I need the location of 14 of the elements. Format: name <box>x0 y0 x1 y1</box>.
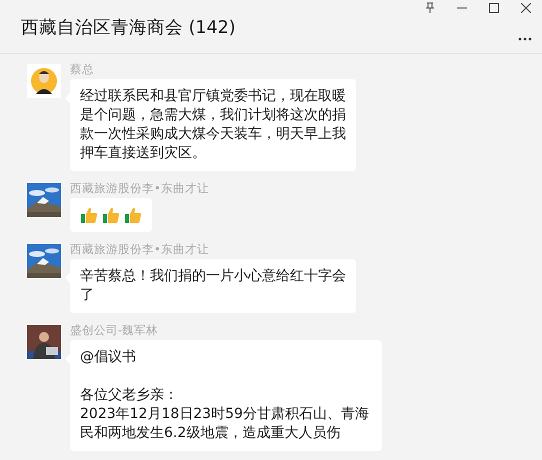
thumbs-up-icon <box>124 206 142 224</box>
message-text: @倡议书 <box>80 348 137 367</box>
more-icon[interactable] <box>516 35 534 43</box>
window-title: 西藏自治区青海商会 (142) <box>21 16 236 38</box>
message-text: 2023年12月18日23时59分甘肃积石山、青海民和两地发生6.2级地震，造成重大人员伤 <box>80 405 370 443</box>
sender-name: 西藏旅游股份李•东曲才让 <box>70 181 209 196</box>
thumbs-up-icon <box>102 206 120 224</box>
sender-name: 蔡总 <box>70 62 95 77</box>
message-text: 各位父老乡亲： <box>80 386 179 405</box>
message-text: 辛苦蔡总！我们捐的一片小心意给红十字会了 <box>80 267 346 305</box>
sender-name: 盛创公司-魏军林 <box>70 323 160 338</box>
sender-name: 西藏旅游股份李•东曲才让 <box>70 242 210 257</box>
message-text: 经过联系民和县官厅镇党委书记，现在取暖是个问题，急需大煤，我们计划将这次的捐款一次性采购成大煤今天装车，明天早上我押车直接送到灾区。 <box>80 87 346 163</box>
thumbs-up-icon <box>80 206 98 224</box>
